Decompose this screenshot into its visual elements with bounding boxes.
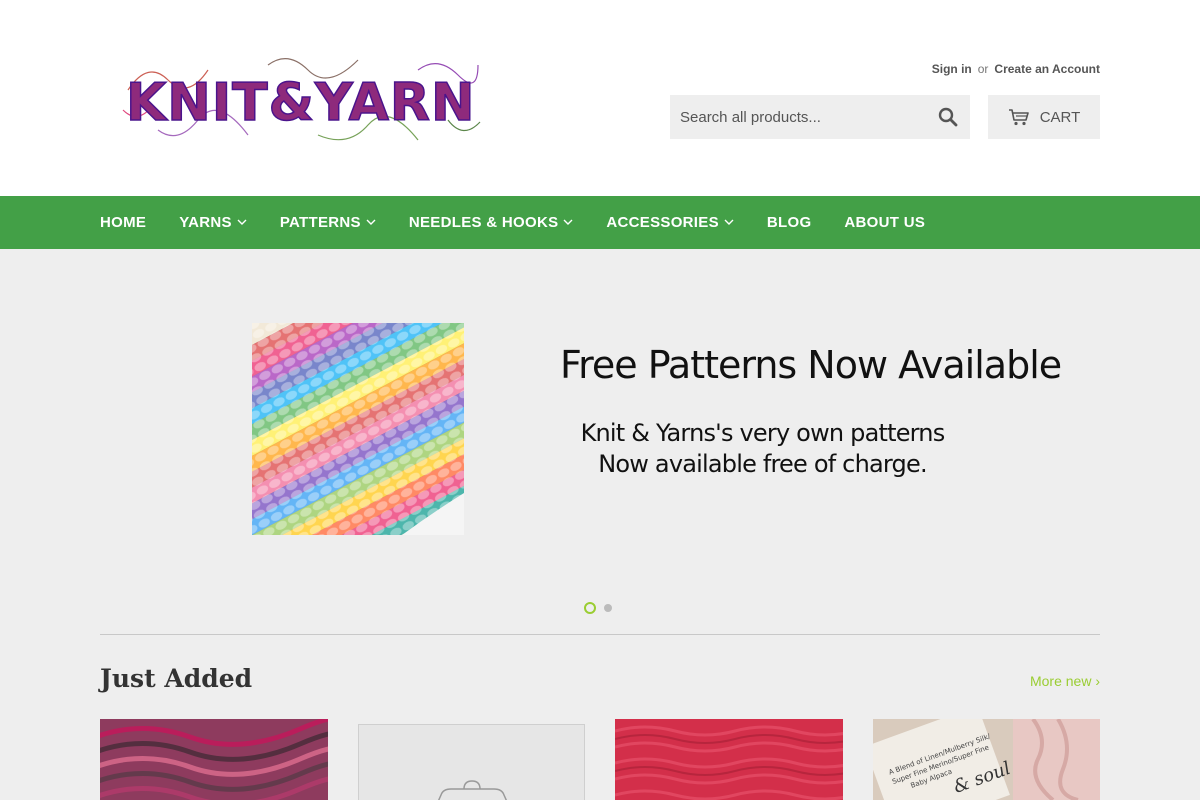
nav-label: YARNS (179, 214, 232, 231)
nav-item-yarns[interactable]: YARNS (179, 214, 247, 231)
cart-button[interactable]: CART (988, 95, 1100, 139)
chevron-down-icon (563, 219, 573, 226)
search-icon (938, 107, 958, 127)
main-nav: HOME YARNS PATTERNS NEEDLES & HOOKS ACCE… (0, 196, 1200, 249)
nav-item-needles-hooks[interactable]: NEEDLES & HOOKS (409, 214, 574, 231)
slide-subtitle: Knit & Yarns's very own patterns Now ava… (560, 418, 965, 480)
chevron-down-icon (724, 219, 734, 226)
nav-label: ACCESSORIES (606, 214, 719, 231)
product-card-1[interactable] (100, 719, 328, 800)
more-new-link[interactable]: More new › (1030, 673, 1100, 689)
cart-icon (1008, 109, 1029, 126)
nav-item-home[interactable]: HOME (100, 214, 146, 231)
nav-label: HOME (100, 214, 147, 231)
search-button[interactable] (936, 105, 960, 129)
site-header: KNIT&YARN Sign in or Create an Account CAR… (0, 0, 1200, 196)
nav-label: NEEDLES & HOOKS (408, 214, 559, 231)
product-card-4[interactable]: A Blend of Linen/Mulberry Silk/ Super Fi… (873, 719, 1100, 800)
create-account-link[interactable]: Create an Account (994, 62, 1100, 76)
nav-item-blog[interactable]: BLOG (767, 214, 812, 231)
slide-dot-2[interactable] (604, 604, 612, 612)
logo-text: KNIT&YARN (126, 73, 475, 133)
cart-label: CART (1039, 108, 1081, 126)
chevron-down-icon (366, 219, 376, 226)
section-divider (100, 634, 1100, 635)
nav-item-accessories[interactable]: ACCESSORIES (606, 214, 734, 231)
nav-label: PATTERNS (279, 214, 361, 231)
search-input[interactable] (670, 108, 920, 126)
chevron-down-icon (237, 219, 247, 226)
or-separator: or (977, 62, 989, 76)
account-links: Sign in or Create an Account (932, 62, 1100, 76)
slide-subtitle-line: Now available free of charge. (598, 450, 927, 478)
product-card-2-placeholder[interactable] (358, 724, 585, 800)
slide-image-blanket[interactable] (252, 323, 464, 535)
slide-subtitle-line: Knit & Yarns's very own patterns (580, 419, 946, 447)
nav-item-patterns[interactable]: PATTERNS (280, 214, 376, 231)
slide-dot-1[interactable] (584, 602, 596, 614)
sign-in-link[interactable]: Sign in (932, 62, 972, 76)
just-added-heading: Just Added (100, 664, 253, 693)
nav-item-about-us[interactable]: ABOUT US (844, 214, 925, 231)
nav-label: BLOG (766, 214, 812, 231)
slide-title: Free Patterns Now Available (560, 343, 1062, 387)
nav-label: ABOUT US (844, 214, 926, 231)
search-bar (670, 95, 970, 139)
site-logo[interactable]: KNIT&YARN (118, 50, 483, 148)
product-card-3[interactable] (615, 719, 843, 800)
slideshow-pager (584, 602, 612, 614)
